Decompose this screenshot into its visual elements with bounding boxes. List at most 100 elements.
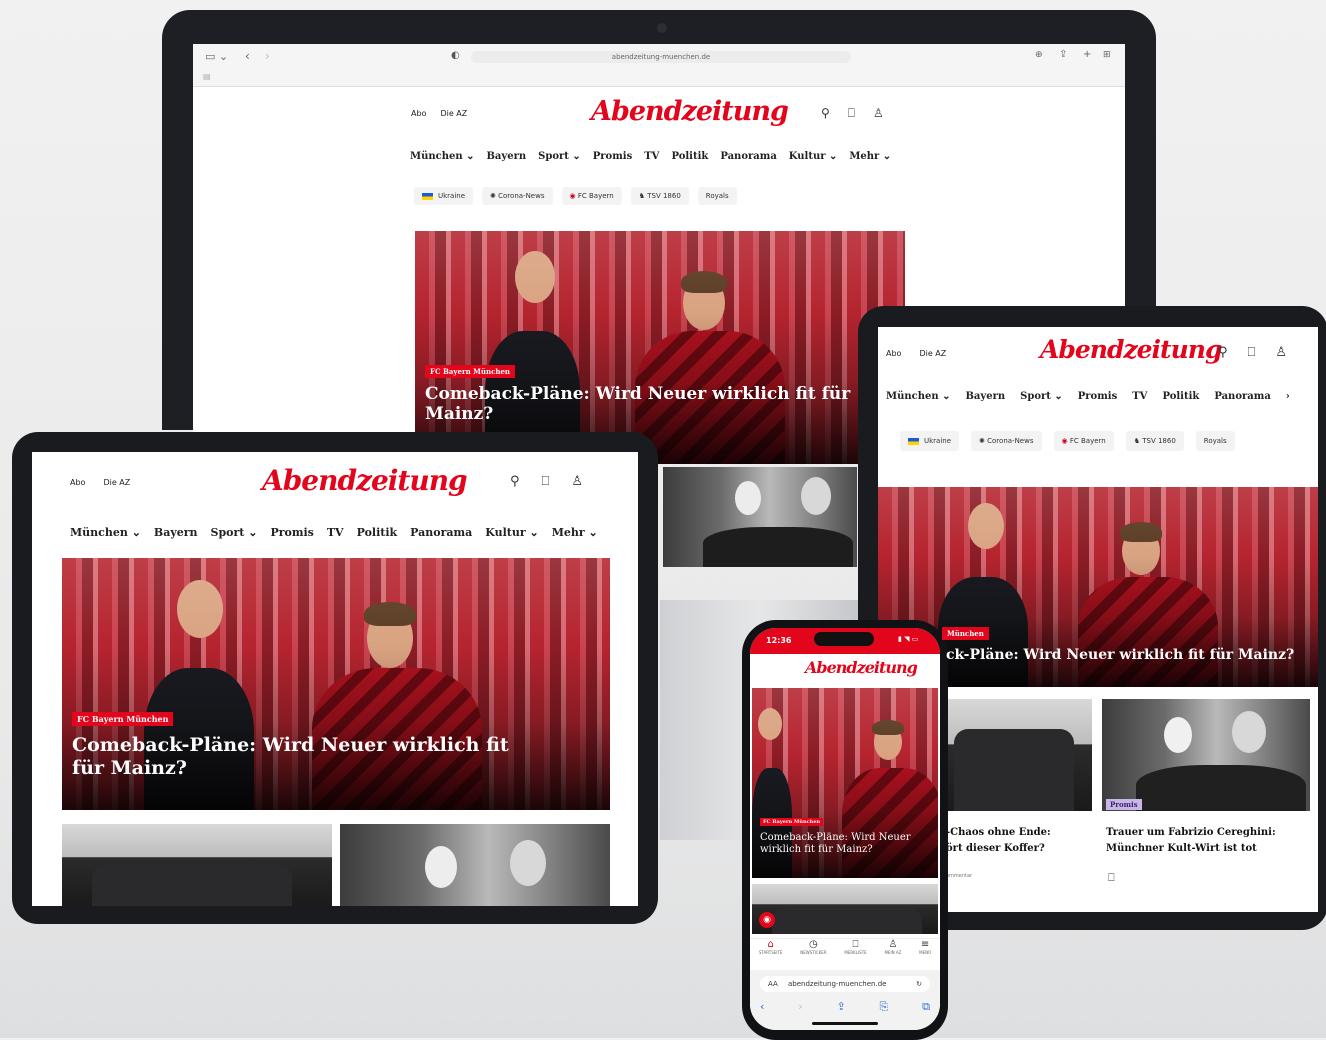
article-badge-promis[interactable]: Promis [1106, 799, 1142, 810]
bookmark-icon[interactable]: ⎕ [1108, 871, 1115, 885]
new-tab-icon[interactable]: + [1083, 49, 1091, 60]
chip-royals[interactable]: Royals [1195, 431, 1235, 451]
hero-badge[interactable]: München [942, 627, 989, 640]
nav-item-panorama[interactable]: Panorama [1214, 391, 1270, 402]
article-thumb-portrait[interactable]: Promis [1102, 699, 1310, 811]
site-logo[interactable]: Abendzeitung [805, 658, 918, 677]
chip-ukraine[interactable]: Ukraine [414, 187, 474, 205]
nav-item-promis[interactable]: Promis [593, 151, 632, 162]
nav-item-bayern[interactable]: Bayern [965, 391, 1005, 402]
nav-item-panorama[interactable]: Panorama [410, 526, 472, 539]
nav-item-tv[interactable]: TV [644, 151, 659, 162]
forward-icon[interactable]: › [798, 1000, 802, 1014]
nav-item-tv[interactable]: TV [327, 526, 344, 539]
hero-headline[interactable]: ck-Pläne: Wird Neuer wirklich fit für Ma… [946, 647, 1316, 664]
share-icon[interactable]: ⇪ [836, 1000, 845, 1014]
tab-newsticker[interactable]: ◷ NEWSTICKER [800, 939, 826, 969]
search-icon[interactable]: ⚲ [510, 474, 520, 489]
tab-overview-icon[interactable]: ⊞ [1103, 50, 1111, 60]
tab-merkliste[interactable]: ⎕ MERKLISTE [844, 939, 866, 969]
nav-item-sport[interactable]: Sport ⌄ [1020, 391, 1063, 402]
tab-startseite[interactable]: ⌂ STARTSEITE [759, 939, 783, 969]
nav-item-mehr[interactable]: Mehr ⌄ [849, 151, 891, 162]
article-thumb-suitcase[interactable] [752, 884, 938, 934]
chip-tsv-1860[interactable]: ♞ TSV 1860 [1125, 431, 1184, 451]
address-bar[interactable]: AA abendzeitung-muenchen.de ↻ [760, 976, 930, 992]
chip-tsv-1860[interactable]: ♞ TSV 1860 [630, 187, 689, 205]
abo-link[interactable]: Abo [70, 478, 85, 487]
article-thumb-portrait[interactable] [340, 824, 610, 906]
nav-scroll-right-icon[interactable]: › [1286, 391, 1290, 402]
reload-icon[interactable]: ↻ [916, 976, 922, 992]
site-logo[interactable]: Abendzeitung [591, 96, 789, 127]
bookmark-icon[interactable]: ⎕ [542, 474, 550, 489]
search-icon[interactable]: ⚲ [1218, 345, 1228, 360]
reader-icon[interactable]: AA [768, 980, 778, 988]
download-icon[interactable]: ⊕ [1035, 50, 1043, 60]
live-indicator-icon[interactable]: ◉ [759, 912, 775, 928]
account-icon[interactable]: ♙ [571, 474, 583, 489]
bookmark-icon[interactable]: ⎕ [848, 106, 855, 121]
site-logo[interactable]: Abendzeitung [1040, 335, 1222, 364]
address-bar[interactable]: abendzeitung-muenchen.de [471, 51, 851, 63]
nav-item-kultur[interactable]: Kultur ⌄ [789, 151, 838, 162]
share-icon[interactable]: ⇪ [1059, 49, 1067, 60]
back-icon[interactable]: ‹ [245, 49, 250, 63]
hero-headline[interactable]: Comeback-Pläne: Wird Neuer wirklich fit … [425, 384, 855, 425]
abo-link[interactable]: Abo [886, 349, 901, 358]
privacy-icon[interactable]: ◐ [451, 50, 460, 61]
nav-item-politik[interactable]: Politik [1162, 391, 1199, 402]
desktop-article-thumb[interactable] [663, 467, 857, 567]
hero-headline[interactable]: Comeback-Pläne: Wird Neuer wirklich fit … [72, 734, 542, 780]
abo-link[interactable]: Abo [411, 109, 426, 118]
nav-item-politik[interactable]: Politik [671, 151, 708, 162]
account-icon[interactable]: ♙ [1275, 345, 1287, 360]
hero-headline[interactable]: Comeback-Pläne: Wird Neuer wirklich fit … [760, 832, 930, 856]
nav-item-politik[interactable]: Politik [357, 526, 398, 539]
nav-item-bayern[interactable]: Bayern [486, 151, 526, 162]
chip-fc-bayern[interactable]: ◉ FC Bayern [1053, 431, 1114, 451]
hero-badge[interactable]: FC Bayern München [425, 365, 515, 378]
article-title-portrait[interactable]: Trauer um Fabrizio Cereghini: Münchner K… [1106, 825, 1276, 857]
article-thumb-suitcase[interactable] [946, 699, 1092, 811]
nav-item-mehr[interactable]: Mehr ⌄ [552, 526, 598, 539]
article-thumb-suitcase[interactable] [62, 824, 332, 906]
sidebar-icon[interactable]: ▭ ⌄ [205, 50, 228, 63]
tabs-icon[interactable]: ⧉ [922, 1000, 930, 1014]
nav-item-promis[interactable]: Promis [1078, 391, 1117, 402]
hero-badge[interactable]: FC Bayern München [72, 712, 174, 726]
hero-badge[interactable]: FC Bayern München [760, 818, 824, 826]
article-title-suitcase[interactable]: -Chaos ohne Ende: ört dieser Koffer? [946, 825, 1051, 857]
nav-item-muenchen[interactable]: München ⌄ [410, 151, 474, 162]
hero-article[interactable]: FC Bayern München Comeback-Pläne: Wird N… [62, 558, 610, 810]
chip-corona[interactable]: ✺ Corona-News [482, 187, 553, 205]
tab-menu[interactable]: ≡ MENÜ [919, 939, 931, 969]
search-icon[interactable]: ⚲ [821, 106, 830, 121]
account-icon[interactable]: ♙ [873, 106, 884, 121]
site-logo[interactable]: Abendzeitung [262, 464, 468, 497]
bookmarks-icon[interactable]: ⎘ [879, 1000, 888, 1014]
nav-item-sport[interactable]: Sport ⌄ [211, 526, 258, 539]
nav-item-muenchen[interactable]: München ⌄ [70, 526, 141, 539]
reading-list-icon[interactable]: ▤ [203, 72, 211, 81]
nav-item-panorama[interactable]: Panorama [720, 151, 776, 162]
nav-item-tv[interactable]: TV [1132, 391, 1147, 402]
back-icon[interactable]: ‹ [760, 1000, 764, 1014]
die-az-link[interactable]: Die AZ [919, 349, 946, 358]
hero-article[interactable]: FC Bayern München Comeback-Pläne: Wird N… [415, 231, 905, 464]
die-az-link[interactable]: Die AZ [103, 478, 130, 487]
chip-corona[interactable]: ✺ Corona-News [971, 431, 1042, 451]
chip-royals[interactable]: Royals [697, 187, 737, 205]
nav-item-bayern[interactable]: Bayern [154, 526, 198, 539]
tab-mein-az[interactable]: ♙ MEIN AZ [884, 939, 901, 969]
nav-item-promis[interactable]: Promis [270, 526, 313, 539]
chip-fc-bayern[interactable]: ◉ FC Bayern [561, 187, 622, 205]
die-az-link[interactable]: Die AZ [440, 109, 467, 118]
forward-icon[interactable]: › [265, 49, 270, 63]
bookmark-icon[interactable]: ⎕ [1248, 345, 1256, 360]
nav-item-kultur[interactable]: Kultur ⌄ [485, 526, 538, 539]
chip-ukraine[interactable]: Ukraine [900, 431, 960, 451]
hero-article[interactable]: FC Bayern München Comeback-Pläne: Wird N… [752, 688, 938, 878]
nav-item-sport[interactable]: Sport ⌄ [538, 151, 581, 162]
nav-item-muenchen[interactable]: München ⌄ [886, 391, 950, 402]
